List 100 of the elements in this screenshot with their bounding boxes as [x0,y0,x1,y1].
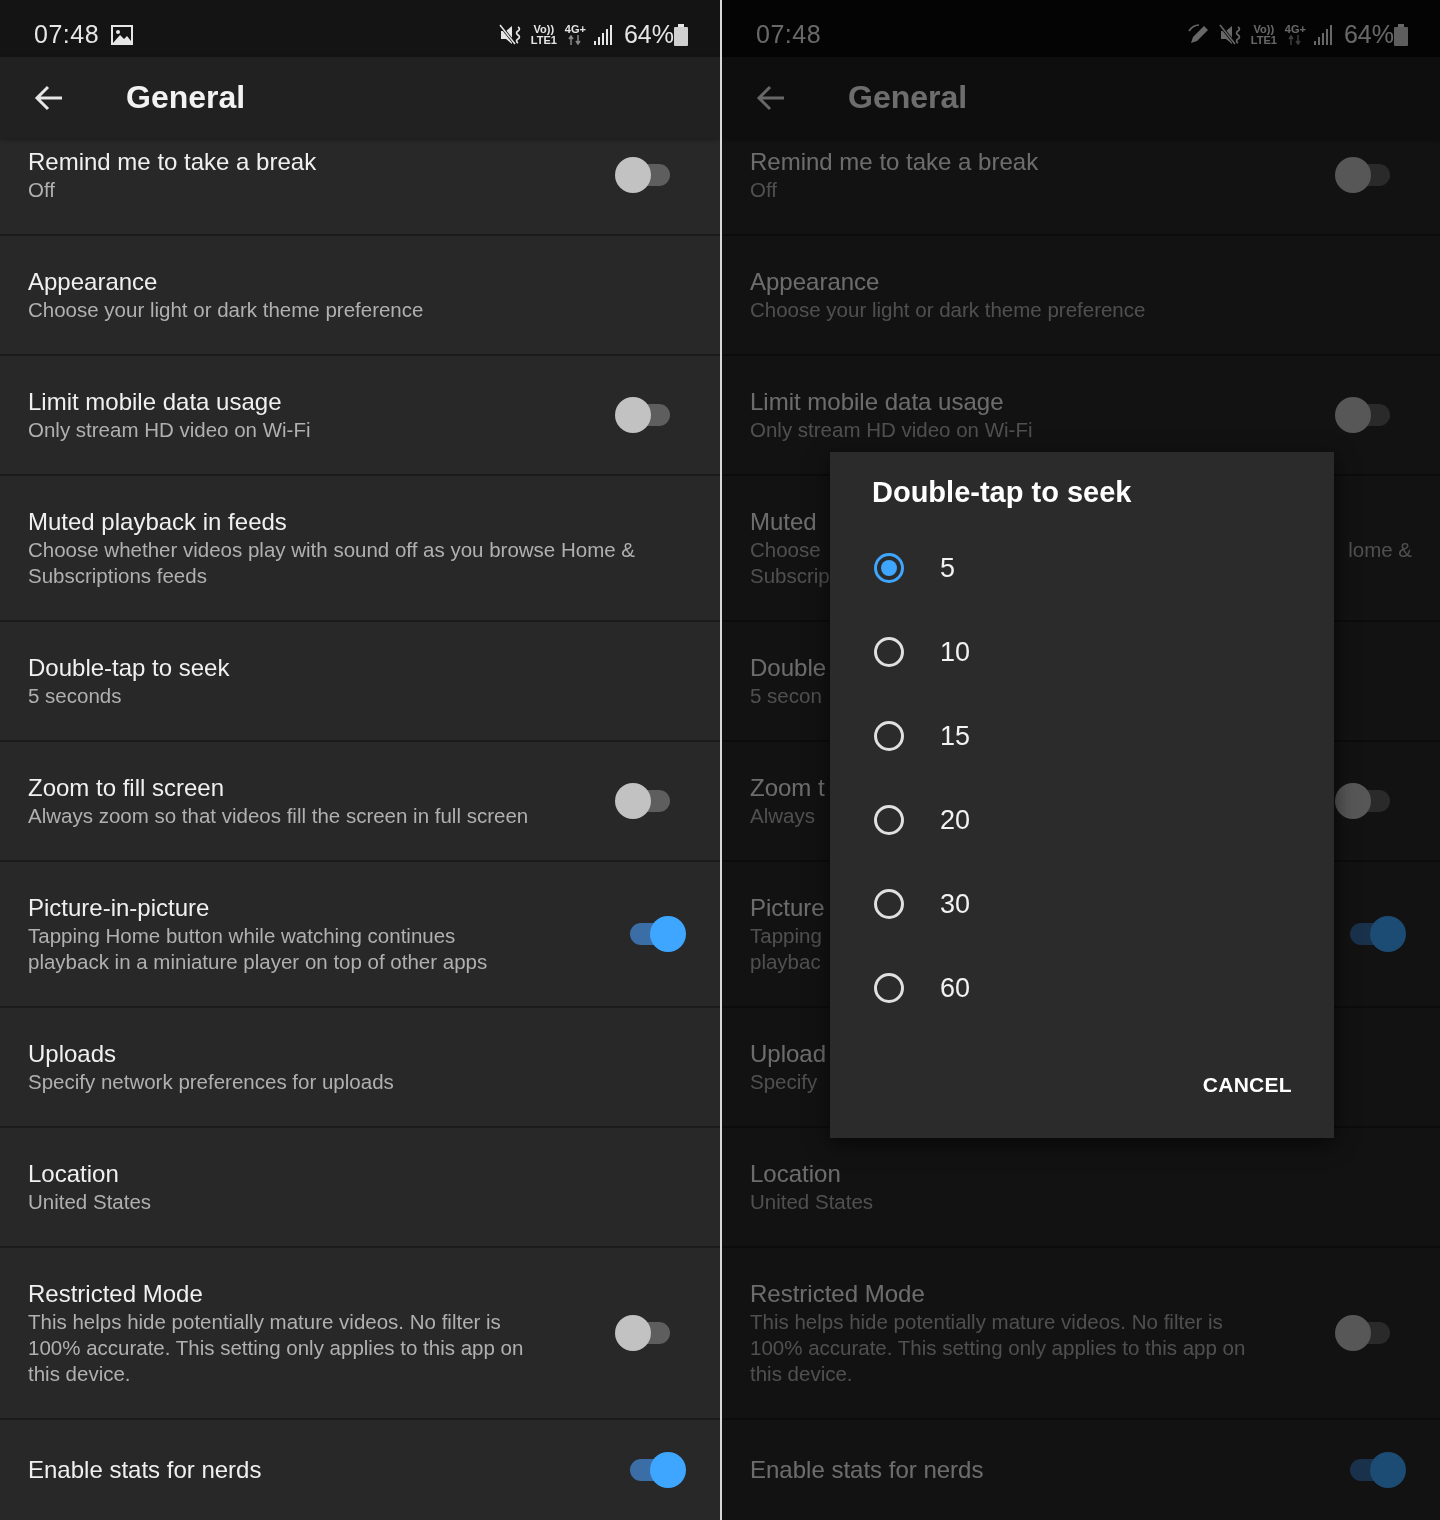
setting-title: Muted [750,507,817,537]
battery-percent: 64% [623,20,674,49]
setting-title: Appearance [28,267,158,297]
page-title: General [126,79,246,116]
network-label: 4G+ [1284,24,1306,35]
volte-label: Vo)) [1253,23,1275,35]
setting-title: Double-tap to seek [28,653,230,683]
setting-title: Muted playback in feeds [28,507,287,537]
toggle-thumb[interactable] [1370,916,1406,952]
setting-description: Always [750,803,815,829]
data-arrows-icon [1288,35,1303,45]
clock: 07:48 [34,20,100,49]
setting-title: Location [28,1159,119,1189]
setting-title: Enable stats for nerds [750,1455,984,1485]
setting-row[interactable]: Appearance Choose your light or dark theme preference [722,236,1440,356]
setting-title: Appearance [750,267,880,297]
setting-title: Limit mobile data usage [28,387,282,417]
setting-description: Off [750,177,777,203]
battery-icon [674,23,688,46]
cancel-button[interactable]: CANCEL [1190,1063,1304,1107]
toggle-thumb[interactable] [615,157,651,193]
signal-icon [1313,24,1334,45]
setting-title: Double [750,653,827,683]
setting-title: Restricted Mode [750,1279,925,1309]
setting-description: Tapping playbac [750,923,822,975]
setting-description: Choose whether videos play with sound off as you browse Home & Subscriptions feeds [28,537,635,589]
setting-row[interactable]: Zoom to fill screen Always zoom so that videos fill the screen in full screen [0,742,720,862]
setting-row[interactable]: Remind me to take a break Off [0,138,720,236]
mute-icon [1218,23,1243,46]
setting-description: Specify [750,1069,818,1095]
radio-option[interactable]: 60 [830,946,1334,1030]
toggle-thumb[interactable] [650,1452,686,1488]
setting-description: Always zoom so that videos fill the screen in full screen [28,803,529,829]
toggle-thumb[interactable] [1370,1452,1406,1488]
lte-label: LTE1 [530,34,557,46]
setting-description: 5 seconds [28,683,122,709]
setting-description: United States [750,1189,874,1215]
setting-description: Specify network preferences for uploads [28,1069,394,1095]
page-title: General [848,79,968,116]
radio-option[interactable]: 15 [830,694,1334,778]
toggle-thumb[interactable] [1335,1315,1371,1351]
dialog-title: Double-tap to seek [872,475,1133,510]
setting-description: This helps hide potentially mature videos. No filter is 100% accurate. This setting only applies to this app on this device. [28,1309,524,1387]
setting-title: Limit mobile data usage [750,387,1004,417]
setting-row[interactable]: Restricted Mode This helps hide potentially mature videos. No filter is 100% accurate. This setting only applies to this app on this device. [722,1248,1440,1420]
setting-row[interactable]: Enable stats for nerds [722,1420,1440,1520]
setting-row[interactable]: Picture-in-picture Tapping Home button while watching continues playback in a miniature player on top of other apps [0,862,720,1008]
back-icon[interactable] [34,84,64,111]
option-label: 30 [940,888,971,920]
radio-option[interactable]: 20 [830,778,1334,862]
option-label: 15 [940,720,971,752]
setting-description: Only stream HD video on Wi-Fi [28,417,311,443]
setting-description: lome & [1348,537,1412,563]
toggle-thumb[interactable] [650,916,686,952]
option-label: 20 [940,804,971,836]
setting-row[interactable]: Limit mobile data usage Only stream HD video on Wi-Fi [0,356,720,476]
lte-label: LTE1 [1250,34,1277,46]
volte-label: Vo)) [533,23,555,35]
setting-title: Restricted Mode [28,1279,203,1309]
gallery-icon [111,24,134,45]
setting-title: Zoom to fill screen [28,773,225,803]
option-label: 60 [940,972,971,1004]
toggle-thumb[interactable] [615,783,651,819]
toggle-thumb[interactable] [615,397,651,433]
setting-description: Tapping Home button while watching continues playback in a miniature player on top of other apps [28,923,488,975]
setting-description: Choose your light or dark theme preference [750,297,1146,323]
toggle-thumb[interactable] [615,1315,651,1351]
setting-description: Choose your light or dark theme preference [28,297,424,323]
setting-description: Choose Subscrip [750,537,830,589]
setting-title: Picture-in-picture [28,893,210,923]
setting-title: Remind me to take a break [750,147,1039,177]
radio-option[interactable]: 30 [830,862,1334,946]
setting-description: Only stream HD video on Wi-Fi [750,417,1033,443]
data-arrows-icon [568,35,583,45]
battery-icon [1394,23,1408,46]
setting-description: Off [28,177,55,203]
setting-title: Uploads [28,1039,117,1069]
toggle-thumb[interactable] [1335,157,1371,193]
setting-description: This helps hide potentially mature videos. No filter is 100% accurate. This setting only applies to this app on this device. [750,1309,1246,1387]
network-label: 4G+ [564,24,586,35]
setting-title: Picture [750,893,825,923]
radio-button[interactable] [874,553,904,583]
radio-option[interactable]: 5 [830,526,1334,610]
radio-option[interactable]: 10 [830,610,1334,694]
option-label: 10 [940,636,971,668]
setting-row[interactable]: Remind me to take a break Off [722,138,1440,236]
mute-icon [498,23,523,46]
setting-title: Zoom t [750,773,825,803]
setting-title: Remind me to take a break [28,147,317,177]
setting-description: 5 secon [750,683,822,709]
signal-icon [593,24,614,45]
battery-percent: 64% [1343,20,1394,49]
setting-title: Location [750,1159,841,1189]
toggle-thumb[interactable] [1335,397,1371,433]
option-label: 5 [940,552,956,584]
setting-description: United States [28,1189,152,1215]
setting-title: Upload [750,1039,827,1069]
toggle-thumb[interactable] [1335,783,1371,819]
setting-title: Enable stats for nerds [28,1455,262,1485]
clock: 07:48 [756,20,822,49]
